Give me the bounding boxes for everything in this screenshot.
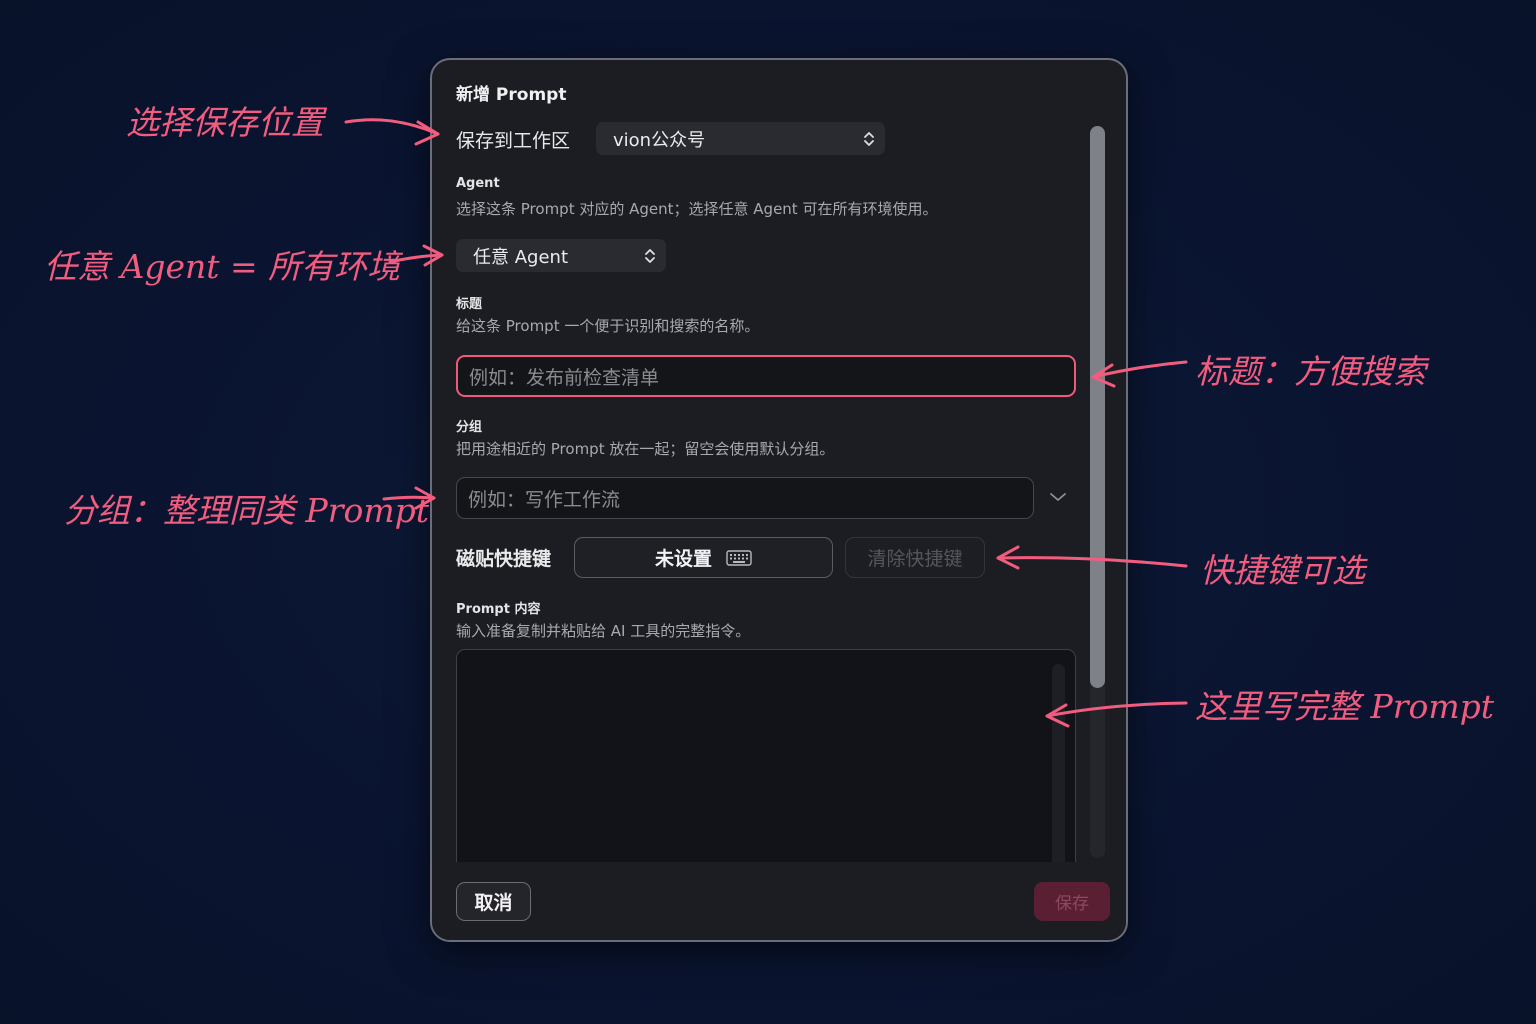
prompt-content-textarea[interactable] bbox=[456, 649, 1076, 879]
group-field-description: 把用途相近的 Prompt 放在一起；留空会使用默认分组。 bbox=[456, 440, 835, 458]
content-field-description: 输入准备复制并粘贴给 AI 工具的完整指令。 bbox=[456, 622, 751, 640]
cancel-button[interactable]: 取消 bbox=[456, 882, 531, 921]
workspace-select-value: vion公众号 bbox=[613, 129, 706, 151]
shortcut-label: 磁贴快捷键 bbox=[456, 548, 552, 570]
screenshot-canvas: 新增 Prompt 保存到工作区 vion公众号 Agent 选择这条 Prom… bbox=[0, 0, 1536, 1024]
keyboard-icon bbox=[726, 549, 752, 566]
workspace-select[interactable]: vion公众号 bbox=[596, 122, 885, 155]
title-field-title: 标题 bbox=[456, 297, 483, 312]
shortcut-value: 未设置 bbox=[654, 548, 712, 570]
content-field-title: Prompt 内容 bbox=[456, 602, 541, 617]
arrow-to-workspace bbox=[344, 118, 440, 136]
group-field-title: 分组 bbox=[456, 420, 483, 435]
agent-select[interactable]: 任意 Agent bbox=[456, 239, 666, 272]
workspace-label: 保存到工作区 bbox=[456, 130, 571, 152]
group-input-placeholder: 例如：写作工作流 bbox=[468, 488, 621, 511]
agent-select-value: 任意 Agent bbox=[473, 246, 569, 268]
shortcut-record-button[interactable]: 未设置 bbox=[574, 537, 833, 578]
agent-field-description: 选择这条 Prompt 对应的 Agent；选择任意 Agent 可在所有环境使… bbox=[456, 200, 938, 218]
chevron-up-down-icon bbox=[645, 248, 655, 263]
group-input[interactable]: 例如：写作工作流 bbox=[456, 477, 1034, 519]
save-button[interactable]: 保存 bbox=[1034, 882, 1110, 921]
annotation-content: 这里写完整 Prompt bbox=[1195, 687, 1495, 726]
dialog-footer bbox=[432, 862, 1126, 940]
annotation-title: 标题：方便搜索 bbox=[1195, 352, 1426, 391]
dialog-scrollbar-track[interactable] bbox=[1090, 126, 1105, 858]
annotation-group: 分组：整理同类 Prompt bbox=[64, 491, 430, 530]
annotation-shortcut: 快捷键可选 bbox=[1200, 551, 1365, 590]
dialog-title: 新增 Prompt bbox=[456, 85, 567, 105]
annotation-agent: 任意 Agent = 所有环境 bbox=[44, 247, 401, 286]
annotation-workspace: 选择保存位置 bbox=[126, 103, 324, 142]
title-input-placeholder: 例如：发布前检查清单 bbox=[469, 366, 660, 389]
agent-field-title: Agent bbox=[456, 176, 500, 191]
new-prompt-dialog: 新增 Prompt 保存到工作区 vion公众号 Agent 选择这条 Prom… bbox=[430, 58, 1128, 942]
title-input[interactable]: 例如：发布前检查清单 bbox=[456, 355, 1076, 397]
dialog-scrollbar-thumb[interactable] bbox=[1090, 126, 1105, 688]
title-field-description: 给这条 Prompt 一个便于识别和搜索的名称。 bbox=[456, 317, 760, 335]
clear-shortcut-button[interactable]: 清除快捷键 bbox=[845, 537, 985, 578]
chevron-down-icon[interactable] bbox=[1049, 490, 1067, 504]
chevron-up-down-icon bbox=[864, 131, 874, 146]
textarea-scrollbar[interactable] bbox=[1052, 664, 1065, 874]
